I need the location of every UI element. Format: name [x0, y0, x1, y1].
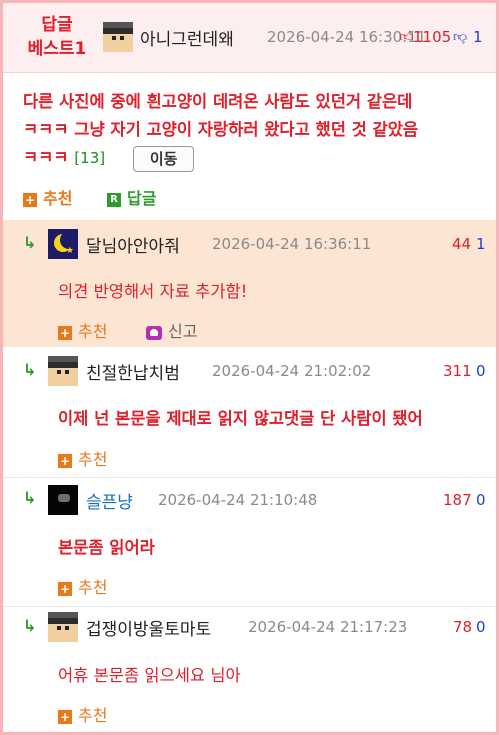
thumbs-up-icon[interactable]: 👍︎ — [399, 28, 414, 45]
face-avatar[interactable] — [48, 612, 78, 642]
comment-text-line-last: ㅋㅋㅋ [13] 이동 — [23, 144, 489, 172]
reply-arrow-icon: ↳ — [23, 233, 37, 252]
recommend-button[interactable]: + 추천 — [58, 702, 107, 726]
move-button[interactable]: 이동 — [132, 145, 195, 172]
reply-item: ↳ 슬픈냥 2026-04-24 21:10:48 187 0 본문좀 읽어라 … — [3, 478, 496, 604]
downvote-count: 1 — [476, 235, 486, 253]
best-comment-header: 답글 베스트1 아니그런데왜 2026-04-24 16:30:11 👍︎ 11… — [3, 3, 496, 73]
recommend-button[interactable]: + 추천 — [58, 318, 107, 342]
plus-icon: + — [58, 581, 72, 596]
reply-label: 답글 — [127, 189, 157, 208]
thumbs-down-icon[interactable]: 👎︎ — [453, 28, 467, 45]
face-avatar[interactable] — [48, 356, 78, 386]
reply-item: ↳ 겁쟁이방울토마토 2026-04-24 21:17:23 78 0 어휴 본… — [3, 607, 496, 732]
report-icon — [146, 325, 162, 340]
upvote-count: 187 — [443, 491, 472, 509]
recommend-button[interactable]: + 추천 — [23, 185, 72, 209]
reply-date: 2026-04-24 21:17:23 — [248, 618, 408, 636]
reply-text: 본문좀 읽어라 — [58, 538, 155, 557]
comment-text-line: ㅋㅋㅋ 그냥 자기 고양이 자랑하러 왔다고 했던 것 같았음 — [23, 120, 419, 139]
reply-text: 어휴 본문좀 읽으세요 님아 — [58, 666, 241, 685]
downvote-count: 0 — [476, 491, 486, 509]
user-avatar[interactable] — [103, 22, 133, 52]
recommend-label: 추천 — [43, 189, 73, 208]
plus-icon: + — [58, 453, 72, 468]
recommend-label: 추천 — [78, 578, 108, 597]
recommend-button[interactable]: + 추천 — [58, 446, 107, 470]
reply-arrow-icon: ↳ — [23, 616, 37, 635]
best-badge-line2: 베스트1 — [27, 39, 87, 59]
reply-text: 이제 넌 본문을 제대로 읽지 않고댓글 단 사람이 됐어 — [58, 409, 423, 428]
plus-icon: + — [23, 192, 37, 207]
comment-text-line: 다른 사진에 중에 흰고양이 데려온 사람도 있던거 같은데 — [23, 92, 413, 111]
upvote-count: 44 — [452, 235, 472, 253]
upvote-count: 78 — [453, 618, 473, 636]
dark-avatar[interactable] — [48, 485, 78, 515]
reply-icon: R — [107, 192, 121, 207]
upvote-count: 311 — [443, 362, 472, 380]
recommend-button[interactable]: + 추천 — [58, 574, 107, 598]
reply-date: 2026-04-24 21:02:02 — [212, 362, 372, 380]
moon-avatar[interactable]: ★ — [48, 229, 78, 259]
best-badge: 답글 베스트1 — [21, 13, 93, 61]
comment-count[interactable]: [13] — [74, 149, 105, 167]
best-badge-line1: 답글 — [41, 15, 73, 35]
recommend-label: 추천 — [78, 450, 108, 469]
reply-text: 의견 반영해서 자료 추가함! — [58, 282, 248, 301]
reply-date: 2026-04-24 16:36:11 — [212, 235, 372, 253]
reply-button[interactable]: R 답글 — [107, 185, 156, 209]
reply-author[interactable]: 슬픈냥 — [86, 488, 133, 513]
reply-author[interactable]: 달님아안아줘 — [86, 232, 180, 257]
plus-icon: + — [58, 709, 72, 724]
downvote-count: 0 — [476, 618, 486, 636]
reply-item: ↳ ★ 달님아안아줘 2026-04-24 16:36:11 44 1 의견 반… — [3, 220, 496, 347]
reply-author[interactable]: 친절한납치범 — [86, 359, 180, 384]
best-comment-body: 다른 사진에 중에 흰고양이 데려온 사람도 있던거 같은데 ㅋㅋㅋ 그냥 자기… — [23, 88, 489, 172]
upvote-count: 1105 — [413, 28, 452, 46]
report-label: 신고 — [168, 322, 198, 341]
reply-item: ↳ 친절한납치범 2026-04-24 21:02:02 311 0 이제 넌 … — [3, 349, 496, 475]
report-button[interactable]: 신고 — [146, 318, 197, 342]
comment-author[interactable]: 아니그런데왜 — [140, 25, 234, 50]
reply-arrow-icon: ↳ — [23, 488, 37, 507]
plus-icon: + — [58, 325, 72, 340]
comment-panel: 답글 베스트1 아니그런데왜 2026-04-24 16:30:11 👍︎ 11… — [0, 0, 499, 735]
reply-author[interactable]: 겁쟁이방울토마토 — [86, 615, 211, 640]
recommend-label: 추천 — [78, 706, 108, 725]
reply-arrow-icon: ↳ — [23, 360, 37, 379]
recommend-label: 추천 — [78, 322, 108, 341]
comment-text-tail: ㅋㅋㅋ — [23, 148, 69, 167]
reply-date: 2026-04-24 21:10:48 — [158, 491, 318, 509]
downvote-count: 0 — [476, 362, 486, 380]
downvote-count: 1 — [473, 28, 483, 46]
